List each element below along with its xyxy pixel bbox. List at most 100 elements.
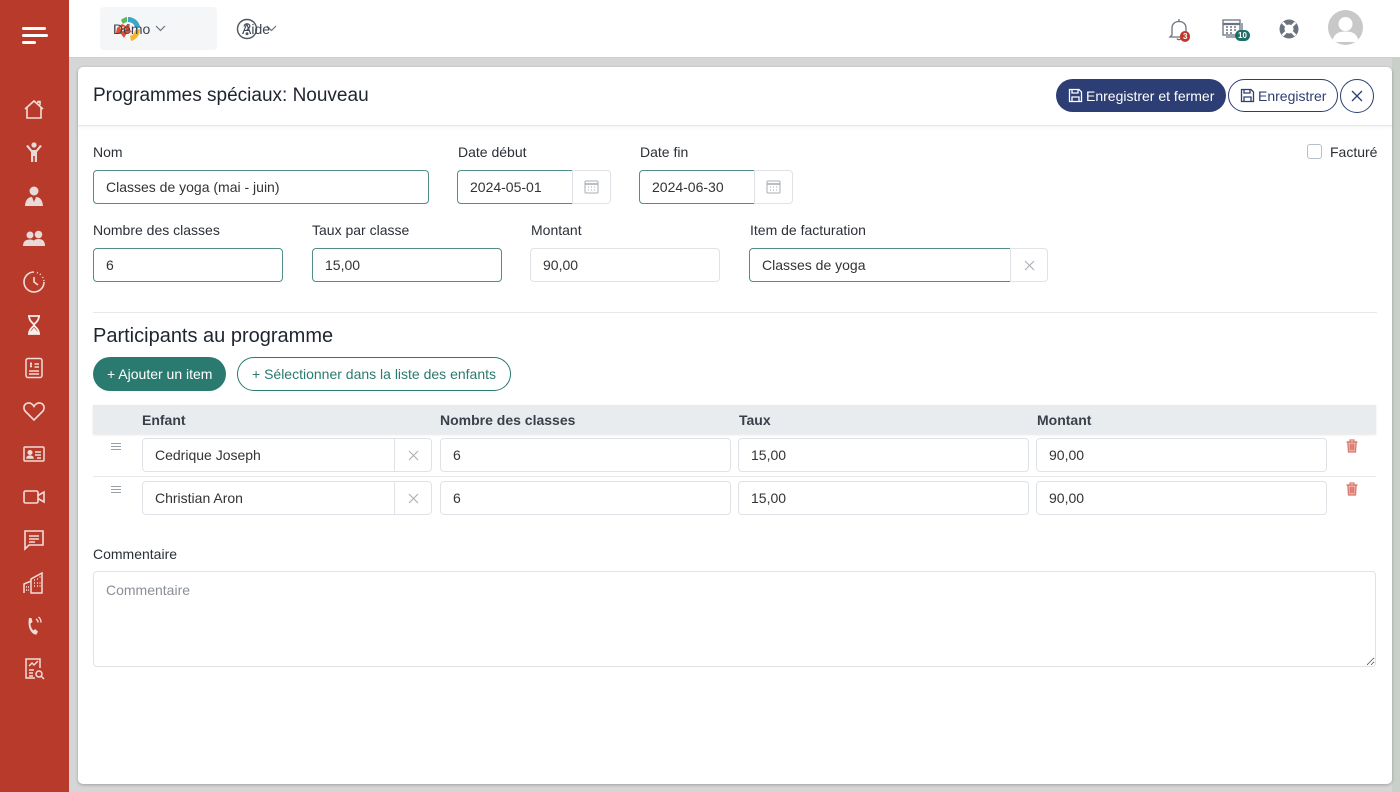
row-class-count-input[interactable]: 6	[440, 481, 731, 515]
invoice-icon	[25, 357, 43, 379]
end-date-picker-button[interactable]	[754, 170, 793, 204]
section-divider	[93, 312, 1377, 313]
notifications-button[interactable]: 3	[1165, 15, 1193, 43]
sidebar-item-reports[interactable]	[19, 654, 49, 684]
invoiced-label: Facturé	[1330, 144, 1378, 160]
sidebar-item-attendance[interactable]	[19, 267, 49, 297]
sidebar-item-video[interactable]	[19, 482, 49, 512]
amount-label: Montant	[531, 222, 582, 238]
menu-toggle-icon[interactable]	[22, 25, 48, 47]
hourglass-icon	[28, 315, 40, 335]
invoiced-checkbox[interactable]	[1307, 144, 1322, 159]
clear-billing-item-button[interactable]	[1010, 248, 1048, 282]
billing-item-select[interactable]: Classes de yoga	[749, 248, 1011, 282]
drag-handle-icon[interactable]	[111, 443, 121, 453]
participants-title: Participants au programme	[93, 325, 334, 347]
sidebar	[0, 0, 69, 792]
sidebar-item-billing[interactable]	[19, 353, 49, 383]
select-from-children-button[interactable]: + Sélectionner dans la liste des enfants	[237, 357, 511, 391]
calendar-icon	[584, 180, 599, 194]
comment-textarea[interactable]	[93, 571, 1376, 667]
background-page-edge	[1392, 58, 1400, 792]
user-icon	[1332, 17, 1359, 42]
sidebar-item-cards[interactable]	[19, 439, 49, 469]
sidebar-item-staff[interactable]	[19, 181, 49, 211]
save-button[interactable]: Enregistrer	[1228, 79, 1339, 112]
rate-per-class-input[interactable]: 15,00	[312, 248, 502, 282]
name-input[interactable]: Classes de yoga (mai - juin)	[93, 170, 429, 204]
end-date-input[interactable]: 2024-06-30	[639, 170, 755, 204]
dialog-header: Programmes spéciaux: Nouveau Enregistrer…	[78, 67, 1392, 126]
start-date-picker-button[interactable]	[572, 170, 611, 204]
drag-handle-icon[interactable]	[111, 486, 121, 496]
trash-icon	[1346, 482, 1358, 496]
delete-row-button[interactable]	[1346, 439, 1358, 456]
clear-child-button[interactable]	[394, 438, 432, 472]
row-rate-input[interactable]: 15,00	[738, 481, 1029, 515]
class-count-label: Nombre des classes	[93, 222, 220, 238]
lifebuoy-icon	[1279, 19, 1299, 39]
child-select[interactable]: Christian Aron	[142, 481, 395, 515]
id-card-icon	[23, 446, 45, 462]
comment-label: Commentaire	[93, 546, 178, 562]
class-count-input[interactable]: 6	[93, 248, 283, 282]
sidebar-item-groups[interactable]	[19, 224, 49, 254]
child-icon	[26, 142, 42, 162]
amount-input[interactable]: 90,00	[530, 248, 720, 282]
close-icon	[1024, 260, 1034, 270]
help-dropdown[interactable]: Aide	[236, 7, 277, 50]
child-select[interactable]: Cedrique Joseph	[142, 438, 395, 472]
sidebar-item-home[interactable]	[19, 95, 49, 125]
row-amount-input[interactable]: 90,00	[1036, 438, 1327, 472]
row-rate-input[interactable]: 15,00	[738, 438, 1029, 472]
dialog-title: Programmes spéciaux: Nouveau	[93, 85, 369, 106]
home-icon	[24, 99, 44, 119]
calendar-icon	[766, 180, 781, 194]
close-icon	[1351, 90, 1363, 102]
report-icon	[25, 658, 45, 680]
name-label: Nom	[93, 144, 123, 160]
sidebar-item-children[interactable]	[19, 138, 49, 168]
close-icon	[408, 450, 418, 460]
save-icon	[1068, 88, 1083, 103]
organization-dropdown[interactable]: Démo	[100, 7, 217, 50]
save-label: Enregistrer	[1258, 87, 1327, 104]
column-header-child: Enfant	[142, 412, 186, 428]
sidebar-item-health[interactable]	[19, 396, 49, 426]
trash-icon	[1346, 439, 1358, 453]
program-dialog: Programmes spéciaux: Nouveau Enregistrer…	[78, 67, 1392, 784]
video-icon	[23, 490, 45, 504]
column-header-class-count: Nombre des classes	[440, 412, 576, 428]
top-bar: Démo Aide 3 10	[69, 0, 1400, 58]
phone-icon	[28, 616, 42, 635]
column-header-rate: Taux	[739, 412, 771, 428]
row-amount-input[interactable]: 90,00	[1036, 481, 1327, 515]
support-button[interactable]	[1275, 15, 1303, 43]
end-date-label: Date fin	[640, 144, 689, 160]
save-and-close-button[interactable]: Enregistrer et fermer	[1056, 79, 1227, 112]
calendar-button[interactable]: 10	[1220, 15, 1250, 43]
sidebar-item-buildings[interactable]	[19, 568, 49, 598]
save-icon	[1240, 88, 1255, 103]
calendar-badge: 10	[1235, 30, 1250, 41]
heart-icon	[23, 402, 45, 422]
sidebar-item-messages[interactable]	[19, 525, 49, 555]
clock-icon	[23, 271, 45, 293]
participants-table-header: Enfant Nombre des classes Taux Montant	[93, 405, 1376, 434]
column-header-amount: Montant	[1037, 412, 1092, 428]
save-and-close-label: Enregistrer et fermer	[1086, 87, 1215, 104]
user-avatar[interactable]	[1328, 10, 1363, 45]
staff-icon	[25, 186, 43, 206]
start-date-input[interactable]: 2024-05-01	[457, 170, 573, 204]
close-button[interactable]	[1340, 79, 1374, 113]
help-label: Aide	[242, 20, 271, 37]
sidebar-item-timer[interactable]	[19, 310, 49, 340]
organization-name: Démo	[113, 20, 151, 37]
clear-child-button[interactable]	[394, 481, 432, 515]
delete-row-button[interactable]	[1346, 482, 1358, 499]
row-class-count-input[interactable]: 6	[440, 438, 731, 472]
billing-item-label: Item de facturation	[750, 222, 866, 238]
building-icon	[23, 571, 43, 594]
add-item-button[interactable]: + Ajouter un item	[93, 357, 227, 391]
sidebar-item-calls[interactable]	[19, 611, 49, 641]
